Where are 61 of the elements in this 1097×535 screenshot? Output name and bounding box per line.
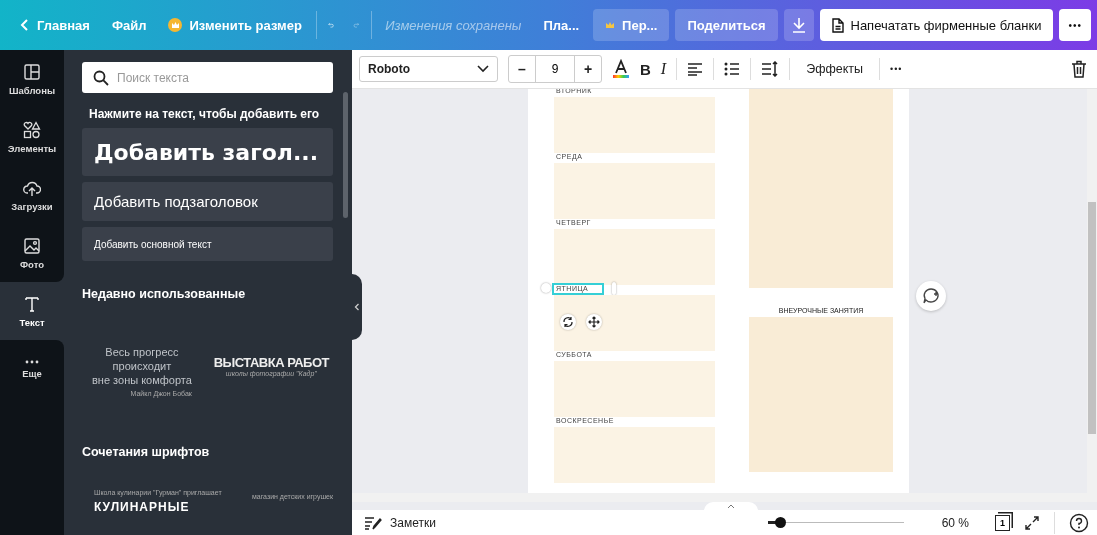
section-title: Сочетания шрифтов	[82, 445, 211, 459]
print-button[interactable]: Напечатать фирменные бланки	[819, 9, 1054, 41]
chevron-left-icon	[20, 18, 30, 32]
more-button[interactable]: •••	[1059, 9, 1091, 41]
chevron-left-icon	[354, 303, 360, 311]
move-icon[interactable]	[586, 314, 602, 330]
collapse-panel-handle[interactable]	[352, 274, 362, 340]
download-button[interactable]	[783, 9, 814, 41]
panel-hint: Нажмите на текст, чтобы добавить его	[89, 107, 321, 121]
sidebar-tab[interactable]: Еще	[0, 340, 64, 398]
save-status: Изменения сохранены	[385, 17, 522, 33]
line-spacing-icon[interactable]	[761, 61, 780, 77]
notes-button[interactable]: Заметки	[364, 515, 436, 530]
effects-button[interactable]: Эффекты	[800, 62, 869, 76]
crown-icon	[605, 21, 616, 29]
more-options-button[interactable]: •••	[890, 64, 903, 74]
font-size-field[interactable]: 9	[535, 56, 575, 82]
rotate-icon[interactable]	[560, 314, 576, 330]
resize-handle[interactable]	[541, 283, 551, 293]
page-count-button[interactable]: 1	[995, 514, 1010, 531]
zoom-level[interactable]: 60 %	[941, 515, 969, 530]
sidebar-tab[interactable]: Загрузки	[0, 166, 64, 224]
add-body-text-button[interactable]: Добавить основной текст	[82, 227, 333, 261]
horizontal-scrollbar[interactable]	[352, 493, 1097, 502]
search-icon	[93, 70, 109, 86]
text-icon	[23, 294, 41, 313]
align-left-icon[interactable]	[687, 62, 704, 76]
decrease-size-button[interactable]: –	[509, 56, 535, 82]
text-color-icon[interactable]	[612, 59, 630, 79]
layout-icon	[23, 62, 41, 81]
fullscreen-icon[interactable]	[1024, 514, 1040, 531]
notes-icon	[364, 515, 382, 530]
help-icon[interactable]	[1069, 512, 1089, 533]
more-icon	[25, 359, 39, 364]
scrollbar[interactable]	[343, 92, 348, 218]
bulleted-list-icon[interactable]	[724, 62, 741, 76]
download-icon	[791, 17, 806, 33]
trash-icon[interactable]	[1071, 60, 1087, 78]
search-field[interactable]: Поиск текста	[82, 62, 333, 93]
plan-button[interactable]: Пла...	[535, 9, 588, 41]
vertical-scrollbar[interactable]	[1087, 89, 1097, 493]
increase-size-button[interactable]: +	[575, 56, 601, 82]
document-icon	[831, 17, 844, 33]
font-dropdown[interactable]: Roboto	[359, 56, 498, 82]
zoom-slider[interactable]	[767, 516, 904, 529]
image-icon	[23, 236, 41, 255]
slider-thumb[interactable]	[774, 517, 786, 528]
chevron-down-icon	[477, 65, 489, 73]
section-title: Недавно использованные	[82, 287, 247, 301]
add-heading-button[interactable]: Добавить загол...	[82, 128, 333, 176]
add-comment-button[interactable]	[916, 281, 946, 311]
crown-icon	[168, 18, 183, 32]
chevron-up-icon	[727, 504, 735, 509]
add-subheading-button[interactable]: Добавить подзаголовок	[82, 182, 333, 221]
sidebar-tab[interactable]: Элементы	[0, 108, 64, 166]
italic-button[interactable]: I	[660, 60, 667, 78]
sidebar-tab[interactable]: Фото	[0, 224, 64, 282]
shapes-icon	[23, 120, 41, 139]
sidebar-tab[interactable]: Шаблоны	[0, 50, 64, 108]
bold-button[interactable]: B	[640, 60, 651, 78]
comment-icon	[922, 287, 940, 305]
